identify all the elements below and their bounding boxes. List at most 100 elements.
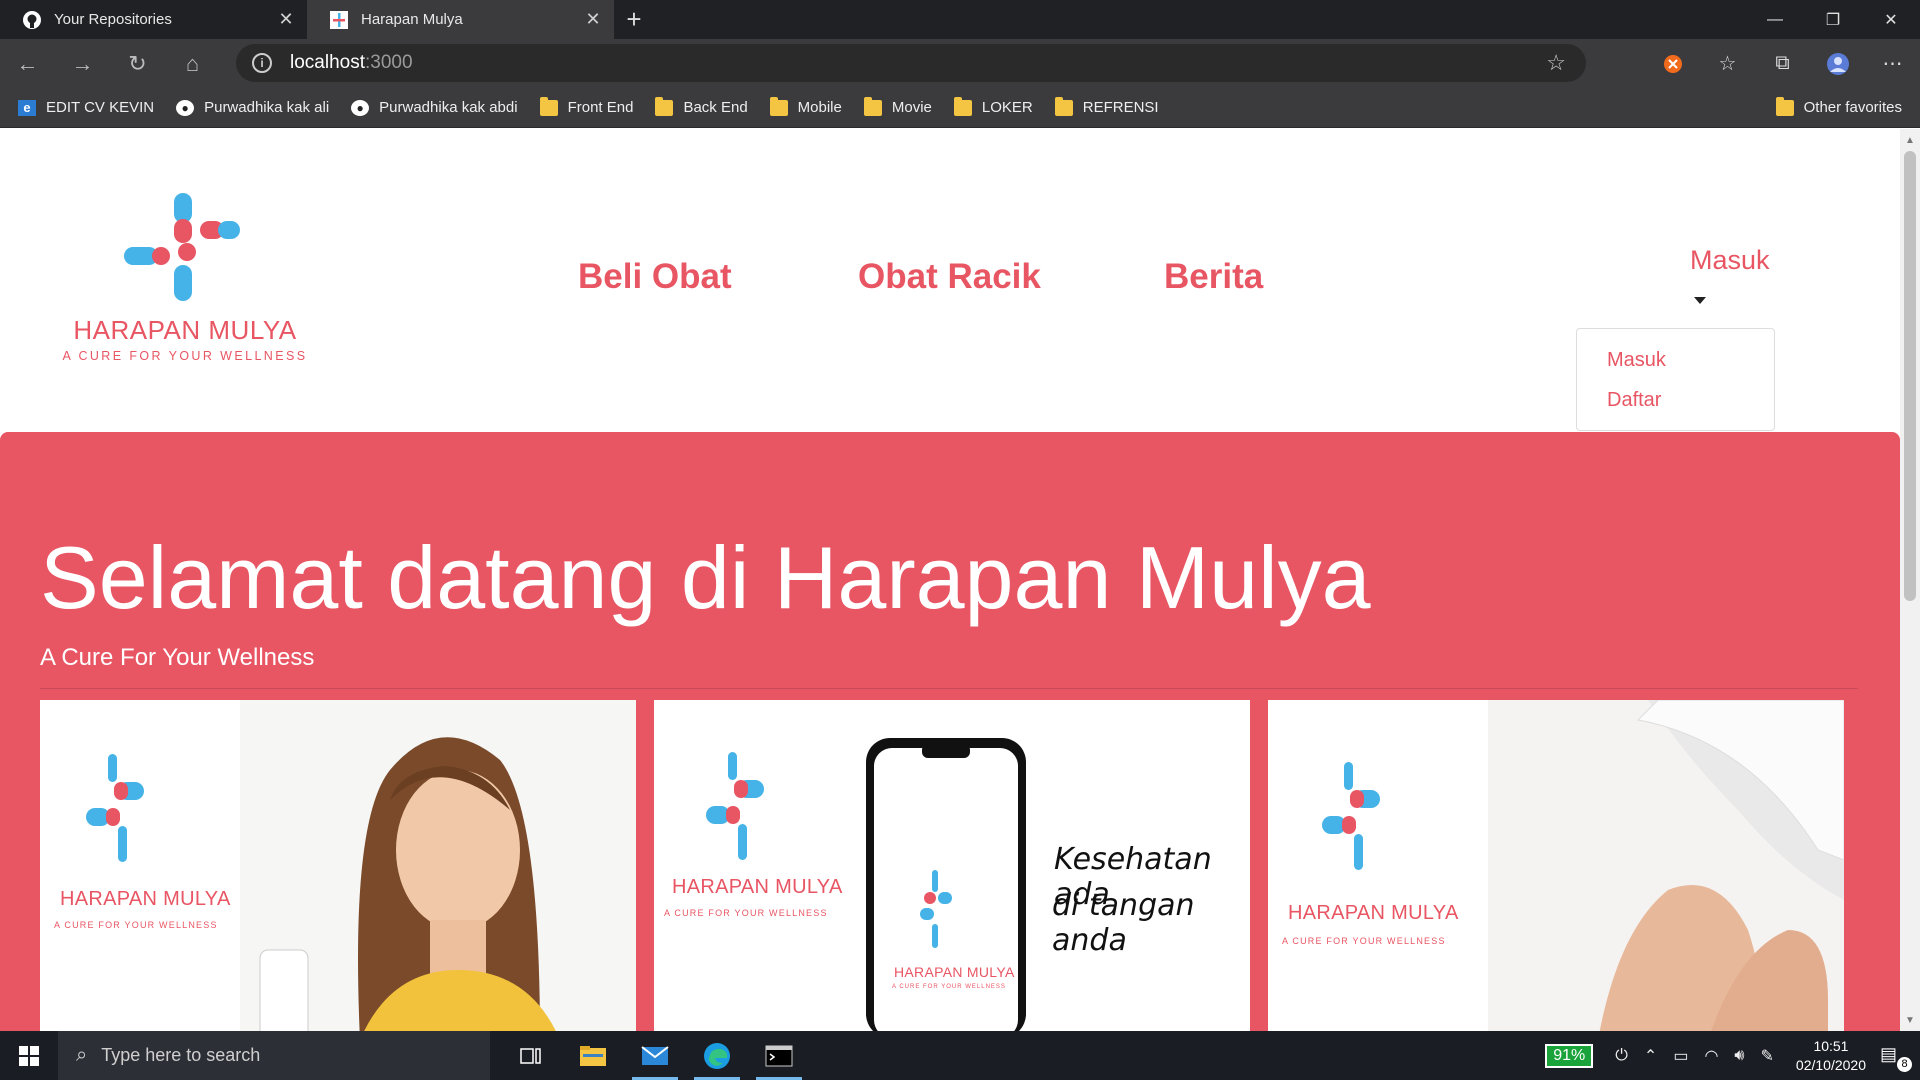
hero-subtitle: A Cure For Your Wellness: [40, 644, 315, 671]
search-placeholder: Type here to search: [101, 1045, 261, 1065]
card-brand: HARAPAN MULYA: [1288, 902, 1459, 924]
scroll-up-icon[interactable]: ▲: [1900, 131, 1920, 149]
bookmark-mobile[interactable]: Mobile: [769, 96, 842, 116]
back-icon[interactable]: ←: [0, 39, 55, 88]
extension-icon[interactable]: [1645, 39, 1700, 88]
tab-harapan-mulya[interactable]: Harapan Mulya ✕: [307, 0, 614, 39]
taskbar-search-input[interactable]: ⌕ Type here to search: [58, 1031, 490, 1080]
bookmark-label: Back End: [683, 99, 748, 116]
site-logo[interactable]: HARAPAN MULYA A CURE FOR YOUR WELLNESS: [50, 189, 320, 363]
terminal-icon[interactable]: [748, 1031, 810, 1080]
clock[interactable]: 10:51 02/10/2020: [1796, 1037, 1866, 1075]
bookmark-label: Purwadhika kak abdi: [379, 99, 518, 116]
folder-icon: [1054, 96, 1073, 116]
logo-brand: HARAPAN MULYA: [73, 315, 297, 345]
pen-icon[interactable]: ✎: [1761, 1046, 1774, 1066]
github-icon: [22, 10, 42, 30]
file-explorer-icon[interactable]: [562, 1031, 624, 1080]
clock-time: 10:51: [1813, 1037, 1849, 1054]
bookmark-purwadhika-abdi[interactable]: ● Purwadhika kak abdi: [351, 99, 518, 116]
promo-card[interactable]: HARAPAN MULYA A CURE FOR YOUR WELLNESS: [1268, 700, 1844, 1031]
wifi-icon[interactable]: ◠: [1704, 1046, 1718, 1066]
battery-icon[interactable]: ▭: [1673, 1046, 1688, 1066]
forward-icon[interactable]: →: [55, 39, 110, 88]
task-view-icon[interactable]: [500, 1031, 562, 1080]
minimize-icon[interactable]: —: [1746, 0, 1804, 39]
cross-logo-icon: [1322, 762, 1380, 870]
cross-logo-icon: [706, 752, 764, 860]
notification-count: 8: [1897, 1056, 1912, 1072]
bookmark-movie[interactable]: Movie: [863, 96, 932, 116]
hero-section: Selamat datang di Harapan Mulya A Cure F…: [0, 432, 1900, 1031]
promo-card[interactable]: HARAPAN MULYA A CURE FOR YOUR WELLNESS H…: [654, 700, 1250, 1031]
bookmark-label: Front End: [567, 99, 634, 116]
folder-icon: [539, 96, 558, 116]
folder-icon: [953, 96, 972, 116]
bookmark-refrensi[interactable]: REFRENSI: [1054, 96, 1159, 116]
chevron-up-icon[interactable]: ⌃: [1644, 1046, 1657, 1066]
bookmark-front-end[interactable]: Front End: [539, 96, 634, 116]
scrollbar-thumb[interactable]: [1904, 151, 1916, 601]
collections-icon[interactable]: ⧉: [1755, 39, 1810, 88]
system-tray: 91% ⏻ ⌃ ▭ ◠ 🔊︎ ✎ 10:51 02/10/2020 ▤ 8: [1545, 1031, 1920, 1080]
card-tagline: A CURE FOR YOUR WELLNESS: [1282, 936, 1446, 946]
favorites-icon[interactable]: ☆: [1700, 39, 1755, 88]
bookmark-loker[interactable]: LOKER: [953, 96, 1033, 116]
nav-obat-racik[interactable]: Obat Racik: [858, 257, 1041, 297]
home-icon[interactable]: ⌂: [165, 39, 220, 88]
logo-tagline: A CURE FOR YOUR WELLNESS: [62, 349, 308, 363]
folder-icon: [1775, 96, 1794, 116]
tab-title: Your Repositories: [54, 11, 172, 28]
url-input[interactable]: i localhost:3000 ☆: [236, 44, 1586, 82]
menu-item-masuk[interactable]: Masuk: [1607, 349, 1666, 372]
card-brand: HARAPAN MULYA: [672, 876, 843, 898]
windows-start-icon[interactable]: [0, 1031, 58, 1080]
restore-icon[interactable]: ❐: [1804, 0, 1862, 39]
power-plug-icon[interactable]: ⏻: [1615, 1047, 1628, 1065]
profile-avatar[interactable]: [1810, 39, 1865, 88]
nav-beli-obat[interactable]: Beli Obat: [578, 257, 732, 297]
bookmark-back-end[interactable]: Back End: [655, 96, 748, 116]
bookmark-label: EDIT CV KEVIN: [46, 99, 155, 116]
close-window-icon[interactable]: ✕: [1862, 0, 1920, 39]
account-dropdown-menu: Masuk Daftar: [1576, 328, 1775, 431]
notification-center-icon[interactable]: ▤ 8: [1880, 1044, 1912, 1072]
folder-icon: [769, 96, 788, 116]
caret-down-icon[interactable]: [1694, 297, 1706, 304]
scroll-down-icon[interactable]: ▼: [1900, 1011, 1920, 1029]
card-tagline: A CURE FOR YOUR WELLNESS: [664, 908, 828, 918]
new-tab-button[interactable]: +: [614, 0, 654, 39]
edge-browser-icon[interactable]: [686, 1031, 748, 1080]
url-port: :3000: [365, 52, 413, 73]
page-scrollbar[interactable]: ▲ ▼: [1900, 129, 1920, 1031]
promo-card[interactable]: HARAPAN MULYA A CURE FOR YOUR WELLNESS: [40, 700, 636, 1031]
bookmark-label: Movie: [891, 99, 932, 116]
bookmark-purwadhika-ali[interactable]: ● Purwadhika kak ali: [176, 99, 329, 116]
bookmark-edit-cv-kevin[interactable]: e EDIT CV KEVIN: [18, 99, 154, 116]
toolbar-actions: ☆ ⧉ ⋯: [1645, 39, 1920, 88]
favorite-star-icon[interactable]: ☆: [1546, 50, 1566, 76]
account-dropdown-toggle[interactable]: Masuk: [1690, 245, 1770, 276]
menu-item-daftar[interactable]: Daftar: [1607, 389, 1661, 412]
cross-logo-icon: [124, 193, 240, 301]
close-tab-icon[interactable]: ✕: [277, 9, 295, 30]
nav-berita[interactable]: Berita: [1164, 257, 1263, 297]
more-menu-icon[interactable]: ⋯: [1865, 39, 1920, 88]
folder-icon: [863, 96, 882, 116]
tab-your-repositories[interactable]: Your Repositories ✕: [0, 0, 307, 39]
edge-doc-icon: e: [18, 99, 36, 116]
mail-icon[interactable]: [624, 1031, 686, 1080]
volume-icon[interactable]: 🔊︎: [1734, 1047, 1744, 1065]
battery-indicator[interactable]: 91%: [1545, 1043, 1594, 1068]
bookmark-label: Other favorites: [1803, 99, 1902, 116]
site-info-icon[interactable]: i: [252, 53, 272, 73]
bookmark-other-favorites[interactable]: Other favorites: [1775, 96, 1902, 116]
windows-taskbar: ⌕ Type here to search 91% ⏻ ⌃ ▭ ◠ 🔊︎ ✎ 1…: [0, 1031, 1920, 1080]
github-icon: ●: [176, 99, 195, 116]
bookmark-label: LOKER: [981, 99, 1033, 116]
search-icon: ⌕: [76, 1044, 88, 1066]
bookmark-label: REFRENSI: [1082, 99, 1159, 116]
refresh-icon[interactable]: ↻: [110, 39, 165, 88]
close-tab-icon[interactable]: ✕: [584, 9, 602, 30]
site-favicon-icon: [329, 10, 349, 30]
